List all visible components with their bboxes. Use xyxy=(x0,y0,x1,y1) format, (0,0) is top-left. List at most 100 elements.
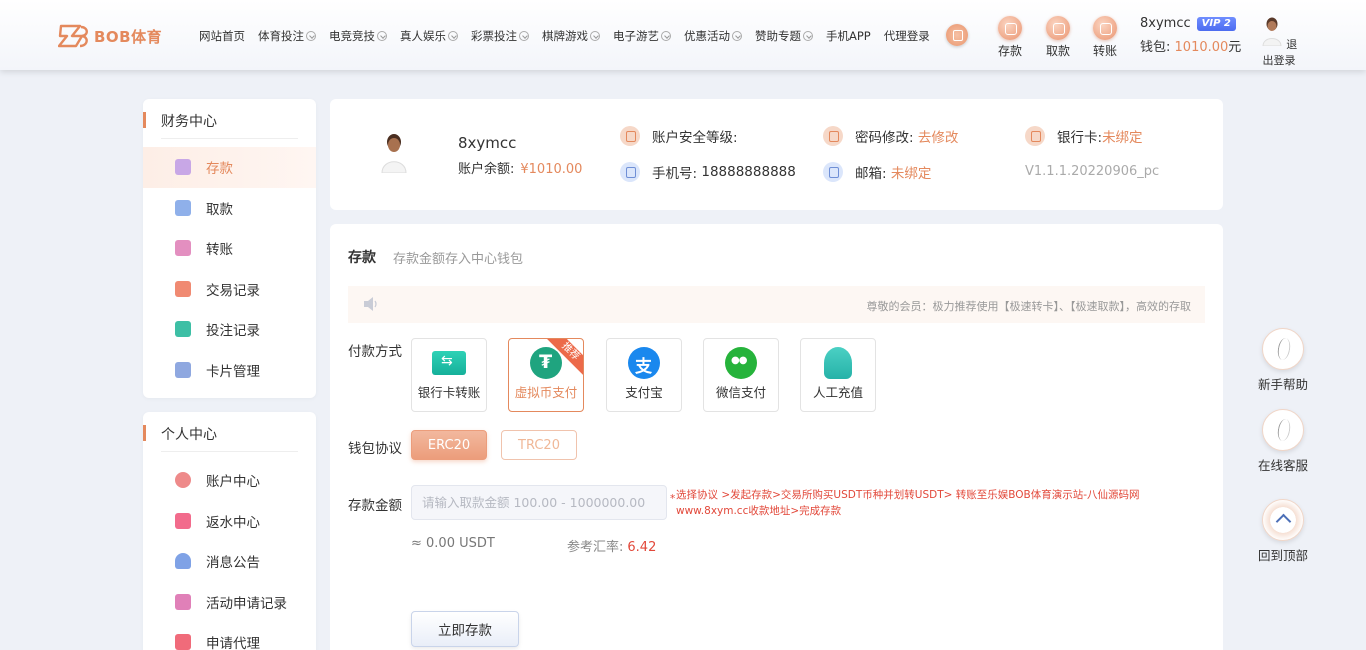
logo-mark-icon xyxy=(58,24,88,48)
sidebar-item-deposit[interactable]: 存款 xyxy=(143,147,316,188)
sidebar-item-transfer[interactable]: 转账 xyxy=(143,228,316,269)
nav-promotions[interactable]: 优惠活动 xyxy=(684,28,742,44)
chevron-down-icon xyxy=(661,31,671,41)
nav-label: 棋牌游戏 xyxy=(542,29,588,43)
deposit-subtitle: 存款金额存入中心钱包 xyxy=(393,252,524,267)
usdt-estimate: ≈ 0.00 USDT xyxy=(411,536,495,551)
customer-service-label: 在线客服 xyxy=(1257,458,1308,473)
sidebar-item-card-management[interactable]: 卡片管理 xyxy=(143,350,316,391)
help-label: 新手帮助 xyxy=(1257,377,1308,392)
finance-menu-title: 财务中心 xyxy=(143,111,298,139)
bind-bankcard-link[interactable]: 未绑定 xyxy=(1102,126,1143,146)
hint-star: * xyxy=(670,493,676,505)
nav-home[interactable]: 网站首页 xyxy=(199,28,245,44)
customer-service-button[interactable]: 在线客服 xyxy=(1254,409,1312,474)
logout-button[interactable]: 退出登录 xyxy=(1257,16,1301,68)
sidebar-item-rebate[interactable]: 返水中心 xyxy=(143,501,316,542)
pay-method-manual[interactable]: 人工充值 xyxy=(800,338,876,412)
nav-esports[interactable]: 电竞竞技 xyxy=(329,28,387,44)
nav-lottery[interactable]: 彩票投注 xyxy=(471,28,529,44)
sidebar-item-apply-agent[interactable]: 申请代理 xyxy=(143,622,316,650)
bankcard-info: 银行卡: 未绑定 xyxy=(1025,126,1143,146)
submit-deposit-button[interactable]: 立即存款 xyxy=(411,611,519,647)
sidebar-item-withdraw[interactable]: 取款 xyxy=(143,188,316,229)
sidebar-item-bet-records[interactable]: 投注记录 xyxy=(143,309,316,350)
nav-label: 彩票投注 xyxy=(471,29,517,43)
nav-live-casino[interactable]: 真人娱乐 xyxy=(400,28,458,44)
chevron-down-icon xyxy=(732,31,742,41)
sidebar-item-announcements[interactable]: 消息公告 xyxy=(143,541,316,582)
back-to-top-button[interactable]: 回到顶部 xyxy=(1254,499,1312,564)
deposit-title: 存款 xyxy=(348,250,376,266)
sidebar-item-label: 转账 xyxy=(206,242,233,259)
pay-method-crypto[interactable]: 推荐 虚拟币支付 xyxy=(508,338,584,412)
nav-sports[interactable]: 体育投注 xyxy=(258,28,316,44)
top-header: BOB体育 网站首页 体育投注 电竞竞技 真人娱乐 彩票投注 棋牌游戏 电子游艺… xyxy=(0,0,1366,70)
wallet-unit: 元 xyxy=(1228,40,1242,55)
activity-icon xyxy=(175,593,191,610)
sidebar-item-account[interactable]: 账户中心 xyxy=(143,460,316,501)
nav-label: 手机APP xyxy=(826,29,871,43)
nav-mobile-app[interactable]: 手机APP xyxy=(826,28,871,44)
help-button[interactable]: 新手帮助 xyxy=(1254,328,1312,393)
sidebar-item-label: 返水中心 xyxy=(206,514,260,531)
bind-email-link[interactable]: 未绑定 xyxy=(891,162,932,182)
profile-card: 8xymcc 账户余额: ¥1010.00 账户安全等级: 手机号: 188888… xyxy=(330,99,1223,210)
deposit-amount-input[interactable] xyxy=(411,485,667,520)
deposit-panel: 存款 存款金额存入中心钱包 尊敬的会员：极力推荐使用【极速转卡】、【极速取款】，… xyxy=(330,224,1223,650)
nav-agent-login[interactable]: 代理登录 xyxy=(884,28,930,44)
protocol-erc20-button[interactable]: ERC20 xyxy=(411,430,487,460)
transfer-icon xyxy=(1093,16,1117,40)
nav-slots[interactable]: 电子游艺 xyxy=(613,28,671,44)
chevron-down-icon xyxy=(306,31,316,41)
pay-method-bank-transfer[interactable]: 银行卡转账 xyxy=(411,338,487,412)
header-deposit-button[interactable]: 存款 xyxy=(995,16,1025,59)
chevron-down-icon xyxy=(519,31,529,41)
sidebar-item-activity-records[interactable]: 活动申请记录 xyxy=(143,582,316,623)
personal-menu-title: 个人中心 xyxy=(143,424,298,452)
notice-bar: 尊敬的会员：极力推荐使用【极速转卡】、【极速取款】，高效的存取 xyxy=(348,286,1205,323)
pay-method-alipay[interactable]: 支付宝 xyxy=(606,338,682,412)
profile-balance: 账户余额: ¥1010.00 xyxy=(458,158,582,177)
header-transfer-button[interactable]: 转账 xyxy=(1090,16,1120,59)
exchange-rate: 参考汇率: 6.42 xyxy=(567,536,656,555)
sidebar-item-label: 投注记录 xyxy=(206,323,260,340)
user-summary: 8xymcc VIP 2 钱包: 1010.00元 xyxy=(1140,16,1241,55)
nav-sponsorship[interactable]: 赞助专题 xyxy=(755,28,813,44)
chevron-down-icon xyxy=(448,31,458,41)
phone-icon xyxy=(620,162,640,182)
agent-icon xyxy=(175,634,191,650)
header-deposit-label: 存款 xyxy=(997,44,1022,58)
wallet-label: 钱包: xyxy=(1140,40,1171,55)
sidebar-item-label: 账户中心 xyxy=(206,474,260,491)
header-withdraw-button[interactable]: 取款 xyxy=(1043,16,1073,59)
nav-label: 电竞竞技 xyxy=(329,29,375,43)
logo-text: BOB体育 xyxy=(94,27,163,46)
gift-icon xyxy=(175,512,191,529)
balance-label: 账户余额: xyxy=(458,162,515,177)
pay-method-wechat[interactable]: 微信支付 xyxy=(703,338,779,412)
security-level: 账户安全等级: xyxy=(620,126,738,146)
header-username: 8xymcc xyxy=(1140,16,1191,31)
phone-info: 手机号: 18888888888 xyxy=(620,162,796,182)
nav-label: 优惠活动 xyxy=(684,29,730,43)
customer-service-icon xyxy=(1262,409,1304,451)
avatar xyxy=(381,134,407,173)
password-label: 密码修改: xyxy=(855,130,914,146)
nav-card-games[interactable]: 棋牌游戏 xyxy=(542,28,600,44)
sidebar-item-transactions[interactable]: 交易记录 xyxy=(143,269,316,310)
record-icon xyxy=(175,280,191,297)
protocol-trc20-button[interactable]: TRC20 xyxy=(501,430,577,460)
version-label: V1.1.1.20220906_pc xyxy=(1025,164,1160,179)
heart-icon xyxy=(175,472,191,489)
rate-label: 参考汇率: xyxy=(567,540,624,555)
nav-label: 电子游艺 xyxy=(613,29,659,43)
change-password-link[interactable]: 去修改 xyxy=(918,126,959,146)
pay-method-label: 虚拟币支付 xyxy=(514,385,578,400)
site-logo[interactable]: BOB体育 xyxy=(58,24,162,48)
sidebar-item-label: 卡片管理 xyxy=(206,363,260,380)
rate-value: 6.42 xyxy=(627,540,657,555)
security-label: 账户安全等级: xyxy=(652,130,738,146)
message-icon[interactable] xyxy=(946,24,968,46)
wechat-icon xyxy=(725,347,757,379)
